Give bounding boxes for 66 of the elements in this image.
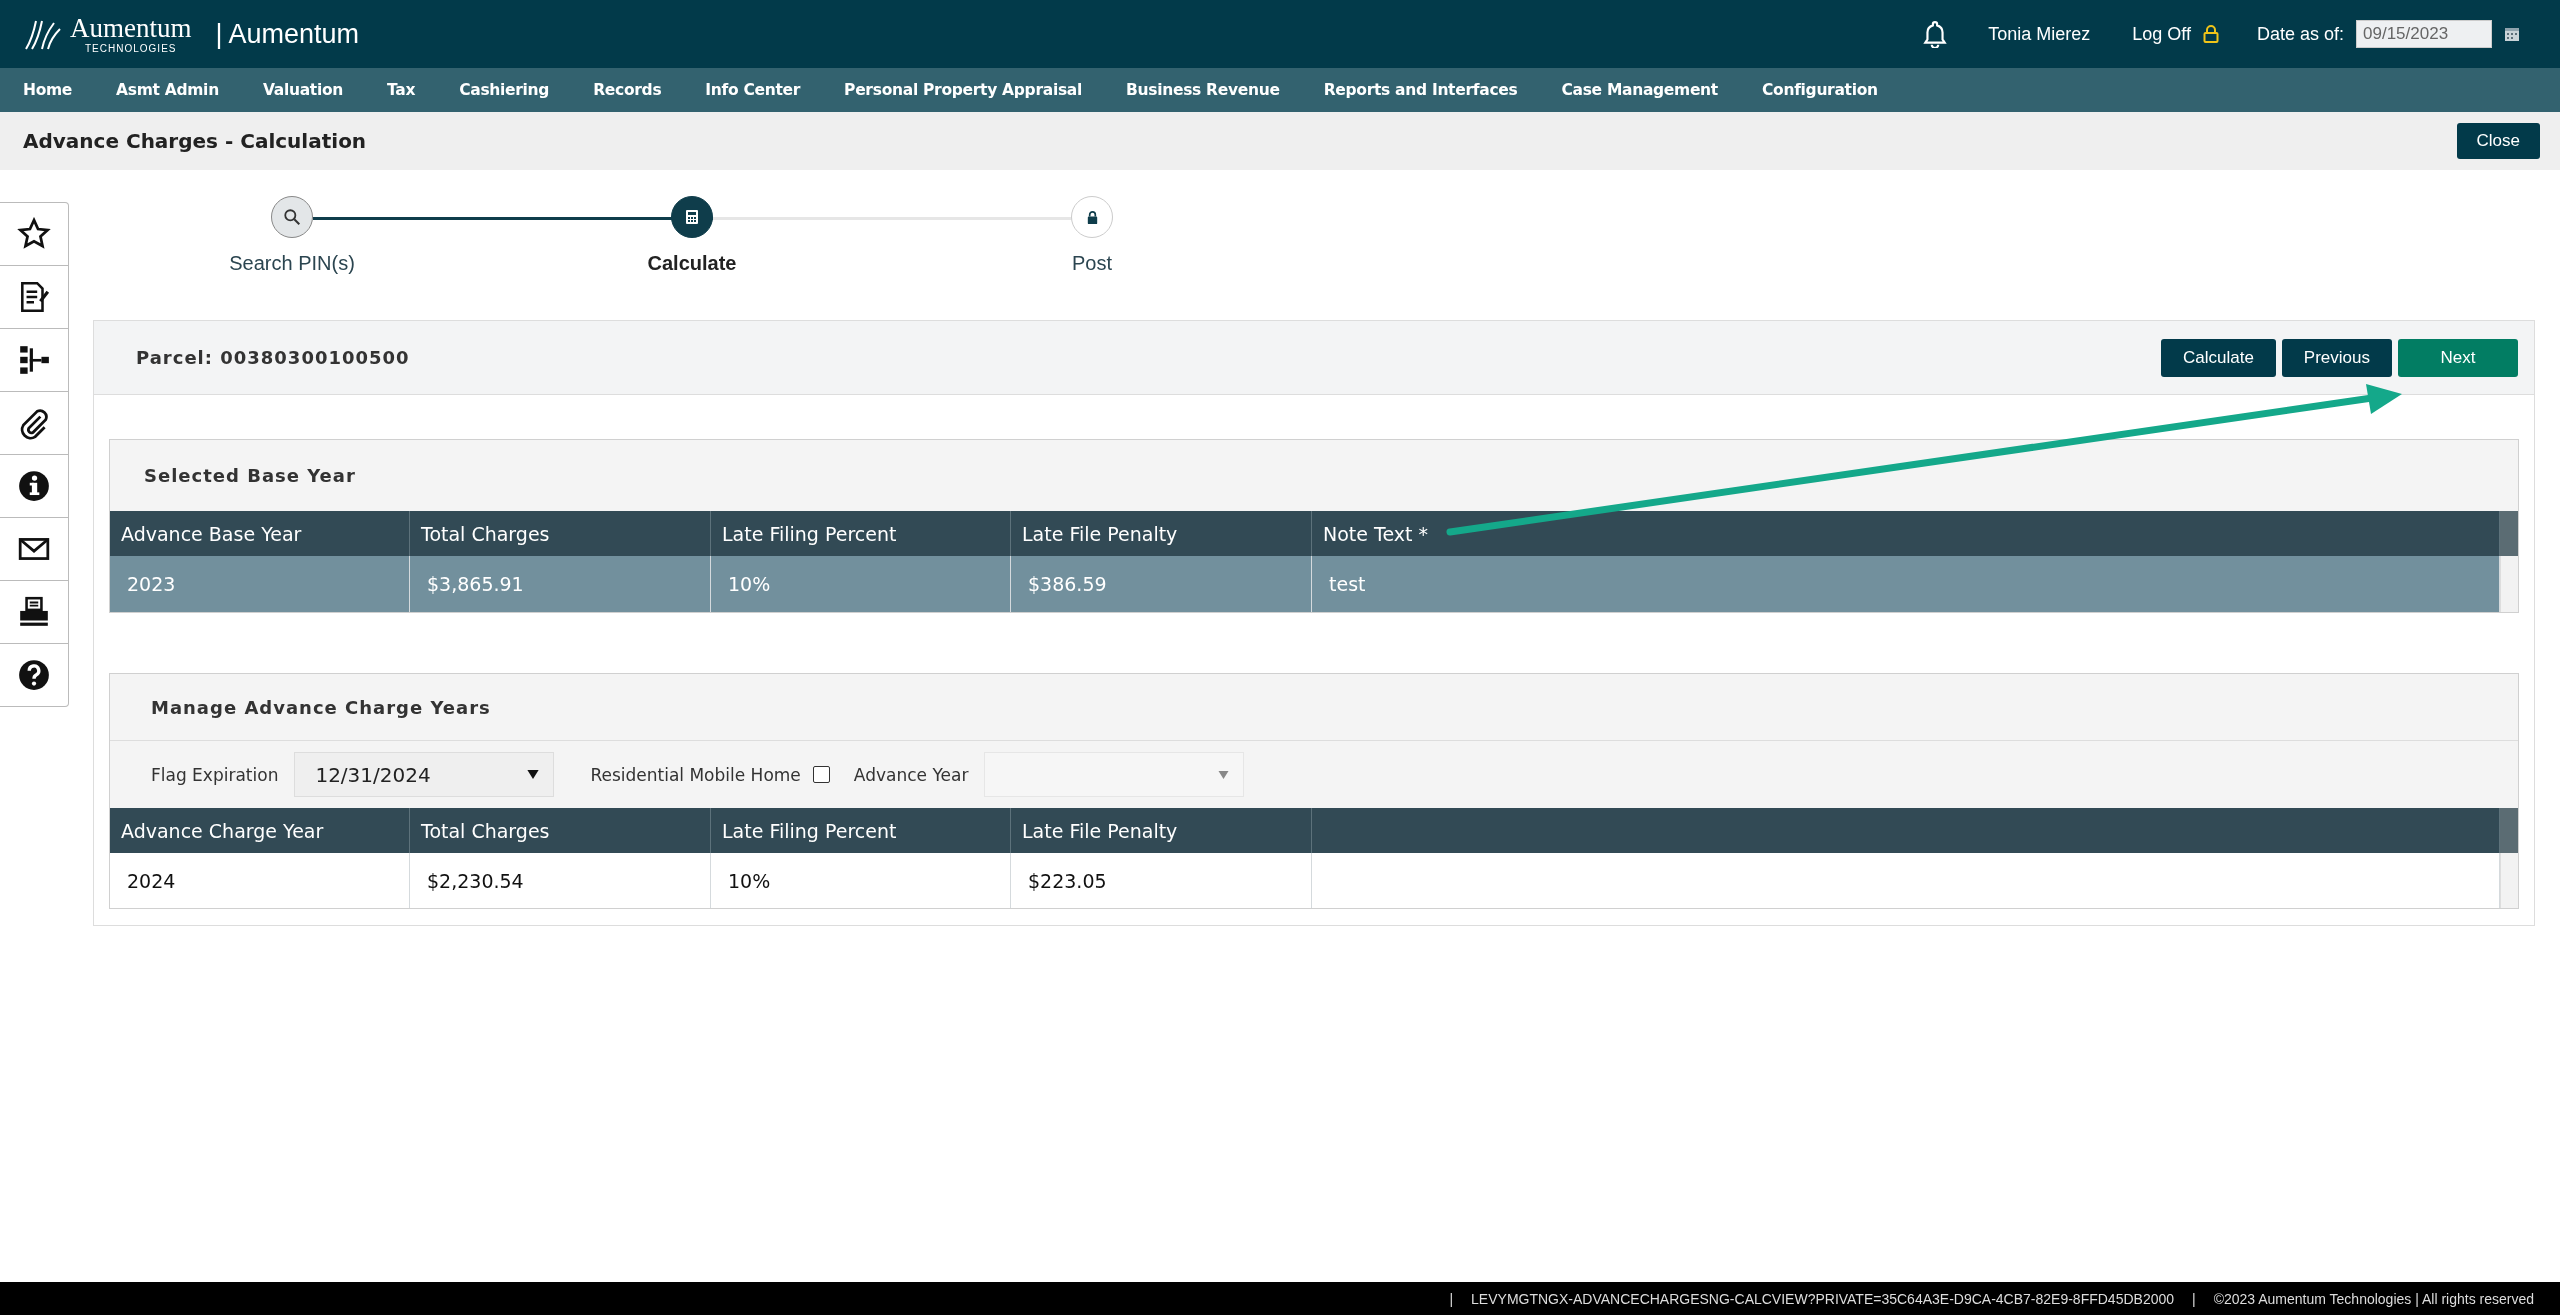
menu-item[interactable]: Valuation xyxy=(262,81,343,99)
table-cell: 10% xyxy=(711,853,1011,908)
section-title: Manage Advance Charge Years xyxy=(151,696,491,718)
field-label: Advance Year xyxy=(853,764,969,785)
step-marker[interactable] xyxy=(671,196,713,238)
hierarchy-icon[interactable] xyxy=(17,343,51,377)
star-icon[interactable] xyxy=(17,217,51,251)
field-label: Flag Expiration xyxy=(151,764,279,785)
scrollbar xyxy=(2500,556,2518,612)
logo-wordmark: Aumentum xyxy=(70,14,192,42)
section-title: Selected Base Year xyxy=(144,465,356,486)
date-field[interactable]: 09/15/2023 xyxy=(2356,20,2492,48)
table-cell: 2023 xyxy=(110,556,410,612)
menu-item[interactable]: Home xyxy=(23,81,73,99)
menu-item[interactable]: Configuration xyxy=(1761,81,1878,99)
table-cell: $386.59 xyxy=(1011,556,1312,612)
flag-expiration-dropdown[interactable]: 12/31/2024 xyxy=(294,752,555,797)
menu-item[interactable]: Case Management xyxy=(1561,81,1718,99)
step-label: Post xyxy=(1072,252,1112,275)
action-button[interactable]: Calculate xyxy=(2161,338,2276,377)
search-icon xyxy=(283,208,301,226)
notification-bell-icon[interactable] xyxy=(1922,20,1949,48)
step-label: Search PIN(s) xyxy=(229,252,355,275)
caret-icon xyxy=(527,770,540,779)
menu-item[interactable]: Cashiering xyxy=(459,81,550,99)
date-label: Date as of: xyxy=(2256,23,2344,45)
menu-item[interactable]: Reports and Interfaces xyxy=(1323,81,1518,99)
menu-item[interactable]: Info Center xyxy=(705,81,801,99)
footer-text: | xyxy=(2192,1290,2196,1307)
parcel-label: Parcel: 00380300100500 xyxy=(136,347,410,368)
footer-text: ©2023 Aumentum Technologies | All rights reserved xyxy=(2213,1290,2534,1307)
scrollbar xyxy=(2500,808,2518,853)
calculator-icon xyxy=(684,209,700,225)
info-icon[interactable] xyxy=(17,469,51,503)
action-button[interactable]: Next xyxy=(2398,338,2518,377)
logo-tagline: TECHNOLOGIES xyxy=(85,43,177,54)
log-off-link[interactable]: Log Off xyxy=(2132,23,2191,45)
user-name: Tonia Mierez xyxy=(1988,23,2091,45)
table-row[interactable]: 2023 $3,865.91 10% $386.59 test xyxy=(110,556,2518,612)
caret-icon xyxy=(1218,770,1230,779)
menu-item[interactable]: Records xyxy=(593,81,662,99)
table-cell: $2,230.54 xyxy=(410,853,711,908)
menu-item[interactable]: Asmt Admin xyxy=(116,81,219,99)
printer-icon[interactable] xyxy=(17,595,51,629)
app-title: | Aumentum xyxy=(215,18,360,50)
page-title: Advance Charges - Calculation xyxy=(23,129,367,153)
step-marker[interactable] xyxy=(271,196,313,238)
menu-item[interactable]: Tax xyxy=(387,81,416,99)
field-label: Residential Mobile Home xyxy=(590,764,801,785)
checkbox[interactable] xyxy=(812,766,830,783)
close-button[interactable]: Close xyxy=(2456,123,2540,159)
scrollbar xyxy=(2500,511,2518,556)
scrollbar xyxy=(2500,853,2518,908)
help-icon[interactable] xyxy=(17,658,51,692)
table-cell: $223.05 xyxy=(1011,853,1312,908)
calendar-icon[interactable] xyxy=(2504,26,2520,42)
footer-text: LEVYMGTNGX-ADVANCECHARGESNG-CALCVIEW?PRIVATE=35C64A3E-D9CA-4CB7-82E9-8FFD45DB2000 xyxy=(1471,1290,2175,1307)
footer-text: | xyxy=(1449,1290,1454,1307)
menu-item[interactable]: Business Revenue xyxy=(1126,81,1280,99)
table-cell: 2024 xyxy=(110,853,410,908)
menu-item[interactable]: Personal Property Appraisal xyxy=(844,81,1082,99)
padlock-icon xyxy=(2202,25,2219,43)
step-label: Calculate xyxy=(647,252,737,275)
table-cell: $3,865.91 xyxy=(410,556,711,612)
action-button[interactable]: Previous xyxy=(2281,338,2392,377)
table-cell: 10% xyxy=(711,556,1011,612)
